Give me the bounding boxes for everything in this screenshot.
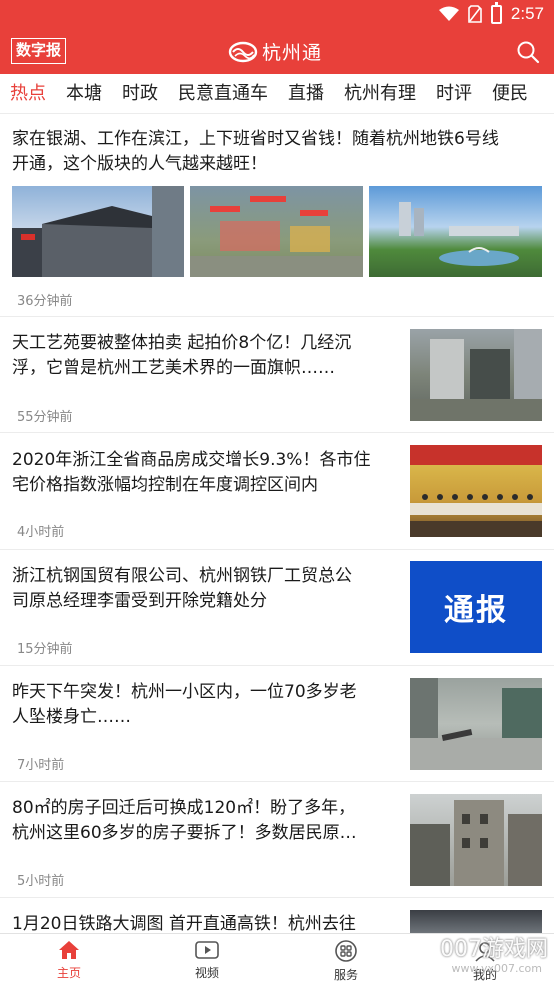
- news-time: 55分钟前: [17, 410, 73, 425]
- news-time: 5小时前: [17, 874, 65, 889]
- news-time: 36分钟前: [17, 294, 73, 309]
- news-title: 天工艺苑要被整体拍卖 起拍价8个亿！几经沉 浮，它曾是杭州工艺美术界的一面旗帜……: [12, 333, 352, 378]
- news-thumbnail: [410, 445, 542, 537]
- logo-icon: [228, 41, 258, 62]
- tab-public-opinion[interactable]: 民意直通车: [168, 74, 278, 113]
- news-time: 15分钟前: [17, 642, 73, 657]
- nav-service[interactable]: 服务: [311, 940, 381, 983]
- tab-list: 热点 本塘 时政 民意直通车 直播 杭州有理 时评 便民: [0, 74, 554, 113]
- news-title: 2020年浙江全省商品房成交增长9.3%！各市住 宅价格指数涨幅均控制在年度调控…: [12, 450, 371, 495]
- news-image-map: [190, 186, 363, 277]
- news-time: 4小时前: [17, 525, 65, 540]
- news-image-building: [12, 186, 184, 277]
- nav-video[interactable]: 视频: [172, 940, 242, 981]
- watermark: 007游戏网: [440, 937, 548, 962]
- news-title: 80㎡的房子回迁后可换成120㎡！盼了多年， 杭州这里60多岁的房子要拆了！多数…: [12, 798, 357, 843]
- news-item[interactable]: 天工艺苑要被整体拍卖 起拍价8个亿！几经沉 浮，它曾是杭州工艺美术界的一面旗帜……: [0, 317, 554, 433]
- nav-home[interactable]: 主页: [34, 940, 104, 981]
- nav-home-label: 主页: [56, 966, 81, 980]
- app-header: 数字报 杭州通: [0, 30, 554, 74]
- news-thumbnail: [410, 329, 542, 421]
- news-item[interactable]: 2020年浙江全省商品房成交增长9.3%！各市住 宅价格指数涨幅均控制在年度调控…: [0, 433, 554, 550]
- app-title: 杭州通: [262, 42, 323, 64]
- grid-icon: [335, 940, 357, 962]
- news-thumbnail: [410, 678, 542, 770]
- news-thumbnail: [410, 794, 542, 886]
- search-icon[interactable]: [516, 40, 540, 64]
- home-icon: [59, 941, 79, 959]
- nav-service-label: 服务: [333, 968, 358, 982]
- digital-paper-button[interactable]: 数字报: [11, 38, 67, 64]
- status-bar: 2:57: [0, 0, 554, 30]
- notice-label: 通报: [444, 593, 508, 628]
- watermark-url: www.yx007.com: [451, 962, 542, 975]
- status-time: 2:57: [510, 4, 544, 23]
- news-item[interactable]: 昨天下午突发！杭州一小区内，一位70多岁老 人坠楼身亡…… 7小时前: [0, 666, 554, 782]
- status-icons: 2:57: [438, 1, 544, 24]
- video-icon: [195, 941, 219, 959]
- news-image-park: [369, 186, 542, 277]
- tab-live[interactable]: 直播: [278, 74, 334, 113]
- news-time: 7小时前: [17, 758, 65, 773]
- news-title: 昨天下午突发！杭州一小区内，一位70多岁老 人坠楼身亡……: [12, 682, 357, 727]
- wifi-icon: [438, 6, 459, 21]
- news-title: 家在银湖、工作在滨江，上下班省时又省钱！随着杭州地铁6号线 开通，这个版块的人气…: [12, 129, 499, 174]
- tab-convenience[interactable]: 便民: [482, 74, 538, 113]
- tab-politics[interactable]: 时政: [112, 74, 168, 113]
- tab-commentary[interactable]: 时评: [426, 74, 482, 113]
- category-tabs: 热点 本塘 时政 民意直通车 直播 杭州有理 时评 便民: [0, 74, 554, 114]
- news-item[interactable]: 家在银湖、工作在滨江，上下班省时又省钱！随着杭州地铁6号线 开通，这个版块的人气…: [0, 115, 554, 317]
- tab-hangzhou-youli[interactable]: 杭州有理: [334, 74, 426, 113]
- no-sim-icon: [468, 5, 482, 23]
- app-logo: 杭州通: [228, 38, 322, 65]
- news-item[interactable]: 80㎡的房子回迁后可换成120㎡！盼了多年， 杭州这里60多岁的房子要拆了！多数…: [0, 782, 554, 898]
- news-thumbnail: [410, 910, 542, 933]
- news-item[interactable]: 浙江杭钢国贸有限公司、杭州钢铁厂工贸总公 司原总经理李雷受到开除党籍处分 15分…: [0, 550, 554, 666]
- tab-hot[interactable]: 热点: [0, 74, 56, 113]
- tab-bentang[interactable]: 本塘: [56, 74, 112, 113]
- battery-icon: [490, 1, 502, 24]
- news-title: 浙江杭钢国贸有限公司、杭州钢铁厂工贸总公 司原总经理李雷受到开除党籍处分: [12, 566, 352, 611]
- nav-video-label: 视频: [194, 966, 219, 980]
- news-thumbnail-notice: 通报: [410, 561, 542, 653]
